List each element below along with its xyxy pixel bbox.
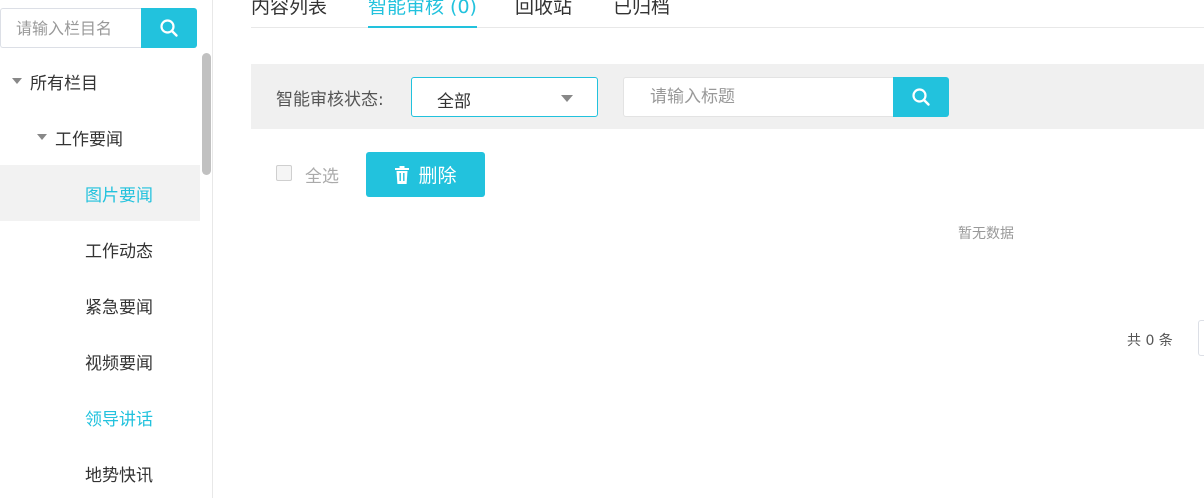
tree-item-label: 工作动态	[85, 241, 153, 262]
empty-state-text: 暂无数据	[958, 226, 1014, 242]
select-all-label[interactable]: 全选	[305, 162, 339, 187]
caret-down-icon[interactable]	[37, 134, 47, 140]
sidebar-scrollbar[interactable]	[200, 53, 212, 498]
tree-item-leader-speech[interactable]: 领导讲话	[0, 389, 200, 445]
tree-item-all[interactable]: 所有栏目	[0, 53, 200, 109]
caret-down-icon[interactable]	[12, 78, 22, 84]
search-icon	[912, 88, 930, 106]
review-status-value: 全部	[437, 92, 471, 112]
select-all-checkbox[interactable]	[276, 165, 292, 181]
category-search-button[interactable]	[141, 8, 197, 48]
delete-button-label: 删除	[418, 165, 457, 187]
review-status-select[interactable]: 全部	[411, 77, 598, 117]
tab-recycle-bin[interactable]: 回收站	[515, 0, 572, 28]
tab-archived[interactable]: 已归档	[613, 0, 670, 28]
review-status-label: 智能审核状态:	[276, 90, 384, 110]
tree-item-video-news[interactable]: 视频要闻	[0, 333, 200, 389]
category-search-input[interactable]	[0, 8, 141, 48]
scrollbar-thumb[interactable]	[202, 53, 211, 175]
tree-item-work-news[interactable]: 工作要闻	[0, 109, 200, 165]
trash-icon	[395, 165, 410, 184]
tree-item-label: 图片要闻	[85, 185, 153, 206]
tree-item-label: 地势快讯	[85, 465, 153, 486]
title-search-input[interactable]	[623, 77, 894, 117]
page-size-select[interactable]	[1198, 320, 1204, 356]
tree-item-label: 视频要闻	[85, 353, 153, 374]
delete-button[interactable]: 删除	[366, 152, 485, 197]
sidebar: 所有栏目 工作要闻 图片要闻 工作动态 紧急要闻 视频要闻 领导讲话 地势快讯	[0, 0, 213, 498]
tree-item-flash-news[interactable]: 地势快讯	[0, 445, 200, 498]
tree-item-picture-news[interactable]: 图片要闻	[0, 165, 200, 221]
filter-bar: 智能审核状态: 全部	[251, 64, 1204, 129]
tab-smart-review[interactable]: 智能审核 (0)	[368, 0, 477, 28]
tree-item-urgent-news[interactable]: 紧急要闻	[0, 277, 200, 333]
tab-content-list[interactable]: 内容列表	[251, 0, 327, 28]
tree-item-label: 紧急要闻	[85, 297, 153, 318]
tree-item-label: 工作要闻	[55, 129, 123, 150]
tree-item-label: 领导讲话	[85, 409, 153, 430]
pagination-total: 共 0 条	[1127, 333, 1173, 349]
title-search-button[interactable]	[893, 77, 949, 117]
sidebar-search	[0, 8, 197, 48]
category-tree: 所有栏目 工作要闻 图片要闻 工作动态 紧急要闻 视频要闻 领导讲话 地势快讯	[0, 53, 200, 498]
caret-down-icon	[561, 95, 573, 102]
content-tabs: 内容列表 智能审核 (0) 回收站 已归档	[251, 0, 1204, 28]
tree-item-label: 所有栏目	[30, 73, 98, 94]
tree-item-work-updates[interactable]: 工作动态	[0, 221, 200, 277]
search-icon	[160, 19, 178, 37]
